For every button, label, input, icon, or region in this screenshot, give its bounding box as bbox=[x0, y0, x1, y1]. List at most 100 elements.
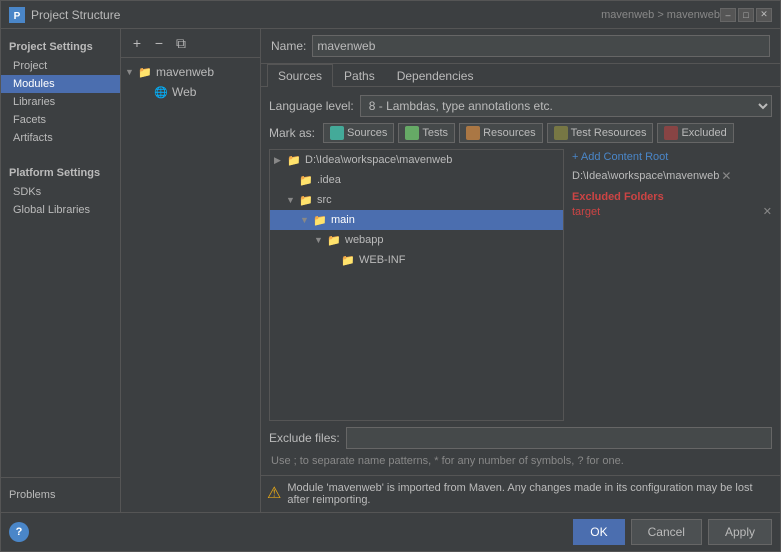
svg-text:P: P bbox=[14, 11, 21, 22]
ft-idea-label: .idea bbox=[317, 174, 341, 186]
mark-test-resources-button[interactable]: Test Resources bbox=[547, 123, 654, 143]
language-row: Language level: 8 - Lambdas, type annota… bbox=[269, 95, 772, 117]
warning-text: Module 'mavenweb' is imported from Maven… bbox=[287, 482, 774, 506]
excluded-item: target ✕ bbox=[572, 205, 772, 218]
folder-icon: 📁 bbox=[286, 152, 302, 168]
tree-arrow: ▼ bbox=[125, 67, 137, 77]
exclude-hint: Use ; to separate name patterns, * for a… bbox=[269, 455, 772, 467]
test-resources-mark-icon bbox=[554, 126, 568, 140]
web-icon: 🌐 bbox=[153, 84, 169, 100]
sidebar-item-sdks[interactable]: SDKs bbox=[1, 183, 120, 201]
mark-sources-button[interactable]: Sources bbox=[323, 123, 394, 143]
project-settings-section: Project Settings Project Modules Librari… bbox=[1, 29, 120, 155]
folder-icon: 📁 bbox=[312, 212, 328, 228]
file-tree-idea[interactable]: 📁 .idea bbox=[270, 170, 563, 190]
project-structure-dialog: P Project Structure mavenweb > mavenweb … bbox=[0, 0, 781, 552]
project-settings-header: Project Settings bbox=[1, 37, 120, 57]
resources-mark-label: Resources bbox=[483, 127, 536, 139]
test-resources-mark-label: Test Resources bbox=[571, 127, 647, 139]
sources-mark-icon bbox=[330, 126, 344, 140]
folder-icon: 📁 bbox=[340, 252, 356, 268]
problems-section: Problems bbox=[1, 477, 120, 512]
cancel-button[interactable]: Cancel bbox=[631, 519, 702, 545]
close-button[interactable]: ✕ bbox=[756, 8, 772, 22]
name-input[interactable] bbox=[312, 35, 770, 57]
content-root-panel: + Add Content Root D:\Idea\workspace\mav… bbox=[572, 149, 772, 421]
folder-icon: 📁 bbox=[137, 64, 153, 80]
resources-mark-icon bbox=[466, 126, 480, 140]
excluded-mark-icon bbox=[664, 126, 678, 140]
module-root-label: mavenweb bbox=[156, 65, 214, 79]
file-tree-src[interactable]: ▼ 📁 src bbox=[270, 190, 563, 210]
help-button[interactable]: ? bbox=[9, 522, 29, 542]
exclude-files-input[interactable] bbox=[346, 427, 772, 449]
main-content: Project Settings Project Modules Librari… bbox=[1, 29, 780, 512]
remove-root-button[interactable]: ✕ bbox=[721, 169, 731, 183]
exclude-files-label: Exclude files: bbox=[269, 431, 340, 445]
sidebar-item-problems[interactable]: Problems bbox=[9, 486, 112, 504]
add-module-button[interactable]: + bbox=[127, 33, 147, 53]
title-bar: P Project Structure mavenweb > mavenweb … bbox=[1, 1, 780, 29]
center-panel: + − ⧉ ▼ 📁 mavenweb 🌐 Web bbox=[121, 29, 261, 512]
remove-excluded-button[interactable]: ✕ bbox=[763, 205, 772, 218]
file-tree-panel: ▶ 📁 D:\Idea\workspace\mavenweb 📁 .idea ▼… bbox=[269, 149, 564, 421]
file-tree-webinf[interactable]: 📁 WEB-INF bbox=[270, 250, 563, 270]
file-tree-main[interactable]: ▼ 📁 main bbox=[270, 210, 563, 230]
excluded-mark-label: Excluded bbox=[681, 127, 726, 139]
tests-mark-icon bbox=[405, 126, 419, 140]
language-select[interactable]: 8 - Lambdas, type annotations etc. bbox=[360, 95, 772, 117]
exclude-files-row: Exclude files: bbox=[269, 427, 772, 449]
ft-webapp-label: webapp bbox=[345, 234, 384, 246]
left-panel: Project Settings Project Modules Librari… bbox=[1, 29, 121, 512]
mark-tests-button[interactable]: Tests bbox=[398, 123, 455, 143]
tab-sources[interactable]: Sources bbox=[267, 64, 333, 87]
sidebar-item-project[interactable]: Project bbox=[1, 57, 120, 75]
copy-module-button[interactable]: ⧉ bbox=[171, 33, 191, 53]
mark-as-row: Mark as: Sources Tests Resources bbox=[269, 123, 772, 143]
sidebar-item-libraries[interactable]: Libraries bbox=[1, 93, 120, 111]
sources-mark-label: Sources bbox=[347, 127, 387, 139]
mark-excluded-button[interactable]: Excluded bbox=[657, 123, 733, 143]
file-tree-root[interactable]: ▶ 📁 D:\Idea\workspace\mavenweb bbox=[270, 150, 563, 170]
web-label: Web bbox=[172, 85, 196, 99]
ft-arrow: ▼ bbox=[314, 235, 326, 245]
ft-arrow: ▼ bbox=[300, 215, 312, 225]
warning-row: ⚠ Module 'mavenweb' is imported from Mav… bbox=[261, 475, 780, 512]
module-tree: ▼ 📁 mavenweb 🌐 Web bbox=[121, 58, 260, 512]
minimize-button[interactable]: – bbox=[720, 8, 736, 22]
content-split: ▶ 📁 D:\Idea\workspace\mavenweb 📁 .idea ▼… bbox=[269, 149, 772, 421]
right-panel: Name: Sources Paths Dependencies Languag… bbox=[261, 29, 780, 512]
ok-button[interactable]: OK bbox=[573, 519, 624, 545]
sidebar-item-artifacts[interactable]: Artifacts bbox=[1, 129, 120, 147]
tab-paths[interactable]: Paths bbox=[333, 64, 386, 87]
remove-module-button[interactable]: − bbox=[149, 33, 169, 53]
sidebar-item-facets[interactable]: Facets bbox=[1, 111, 120, 129]
module-toolbar: + − ⧉ bbox=[121, 29, 260, 58]
file-tree-webapp[interactable]: ▼ 📁 webapp bbox=[270, 230, 563, 250]
app-icon: P bbox=[9, 7, 25, 23]
sidebar-item-modules[interactable]: Modules bbox=[1, 75, 120, 93]
bottom-bar: ? OK Cancel Apply bbox=[1, 512, 780, 551]
breadcrumb-path: mavenweb > mavenweb bbox=[601, 9, 720, 21]
folder-icon: 📁 bbox=[298, 172, 314, 188]
excluded-item-label: target bbox=[572, 206, 600, 218]
folder-icon: 📁 bbox=[326, 232, 342, 248]
maximize-button[interactable]: □ bbox=[738, 8, 754, 22]
tab-content-sources: Language level: 8 - Lambdas, type annota… bbox=[261, 87, 780, 475]
ft-arrow: ▼ bbox=[286, 195, 298, 205]
mark-resources-button[interactable]: Resources bbox=[459, 123, 543, 143]
warning-icon: ⚠ bbox=[267, 483, 281, 503]
module-tree-web[interactable]: 🌐 Web bbox=[121, 82, 260, 102]
sidebar-item-global-libraries[interactable]: Global Libraries bbox=[1, 201, 120, 219]
window-controls: – □ ✕ bbox=[720, 8, 772, 22]
platform-settings-header: Platform Settings bbox=[1, 163, 120, 183]
ft-src-label: src bbox=[317, 194, 332, 206]
apply-button[interactable]: Apply bbox=[708, 519, 772, 545]
module-tree-root[interactable]: ▼ 📁 mavenweb bbox=[121, 62, 260, 82]
root-entry: D:\Idea\workspace\mavenweb ✕ bbox=[572, 169, 772, 183]
tab-bar: Sources Paths Dependencies bbox=[261, 64, 780, 87]
tab-dependencies[interactable]: Dependencies bbox=[386, 64, 485, 87]
excluded-section: Excluded Folders target ✕ bbox=[572, 191, 772, 218]
add-content-root-button[interactable]: + Add Content Root bbox=[572, 149, 772, 165]
ft-arrow: ▶ bbox=[274, 155, 286, 166]
